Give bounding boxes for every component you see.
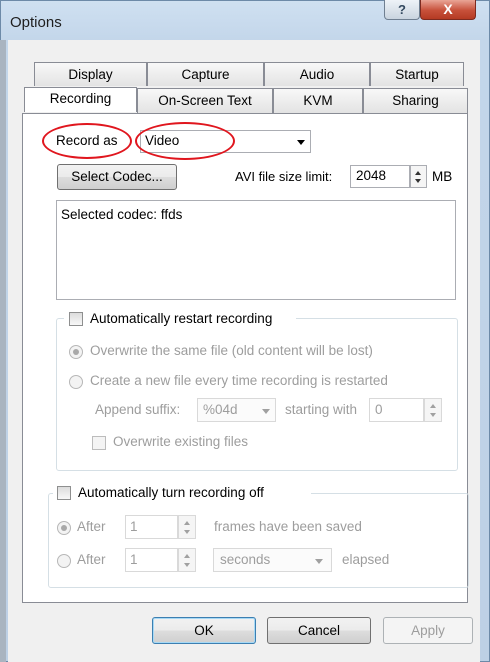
tab-audio[interactable]: Audio [264,62,370,86]
spin-down-icon [184,530,190,534]
codec-info-box[interactable]: Selected codec: ffds [56,200,456,300]
auto-restart-checkbox[interactable] [69,312,83,326]
ok-button[interactable]: OK [152,617,256,644]
tab-capture[interactable]: Capture [147,62,264,86]
after-frames-label: After [77,519,106,534]
overwrite-same-file-radio[interactable] [69,345,83,359]
avi-file-size-limit-value: 2048 [356,168,387,183]
annotation-circle-record-as [42,123,132,159]
after-time-radio[interactable] [57,554,71,568]
frames-count-value: 1 [130,519,138,534]
close-icon: X [443,1,453,17]
tab-startup[interactable]: Startup [370,62,464,86]
create-new-file-radio[interactable] [69,375,83,389]
auto-turnoff-checkbox[interactable] [57,486,71,500]
avi-limit-unit: MB [432,169,453,184]
overwrite-same-file-label: Overwrite the same file (old content wil… [90,343,373,358]
spin-up-icon [184,554,190,558]
radio-selected-dot [61,525,67,531]
overwrite-existing-checkbox[interactable] [92,436,106,450]
chevron-down-icon [262,409,270,414]
annotation-circle-video [135,122,235,160]
tab-recording[interactable]: Recording [24,87,137,112]
frames-count-spinner[interactable] [178,515,196,539]
window-left-edge [0,40,6,662]
starting-with-label: starting with [285,402,358,417]
apply-button[interactable]: Apply [383,617,473,644]
spin-down-icon [415,179,421,183]
auto-restart-label[interactable]: Automatically restart recording [90,311,272,326]
suffix-value: %04d [203,402,238,417]
auto-turnoff-label[interactable]: Automatically turn recording off [78,485,264,500]
select-codec-button[interactable]: Select Codec... [57,164,177,190]
after-time-label: After [77,552,106,567]
time-count-input[interactable]: 1 [125,548,178,572]
avi-file-size-limit-input[interactable]: 2048 [350,165,410,188]
cancel-button[interactable]: Cancel [267,617,371,644]
frames-saved-label: frames have been saved [214,519,362,534]
time-count-spinner[interactable] [178,548,196,572]
spin-down-icon [430,413,436,417]
help-icon: ? [398,2,406,17]
tab-sharing[interactable]: Sharing [363,88,468,113]
spin-up-icon [415,171,421,175]
time-unit-value: seconds [220,552,271,567]
time-count-value: 1 [130,552,138,567]
starting-with-spinner[interactable] [424,398,442,422]
overwrite-existing-label: Overwrite existing files [113,434,249,449]
tab-kvm[interactable]: KVM [273,88,363,113]
suffix-dropdown[interactable]: %04d [197,398,276,422]
spin-down-icon [184,563,190,567]
tab-on-screen-text[interactable]: On-Screen Text [137,88,273,113]
window-title: Options [10,14,62,31]
chevron-down-icon [297,140,305,145]
radio-selected-dot [73,349,79,355]
append-suffix-label: Append suffix: [95,402,181,417]
starting-with-input[interactable]: 0 [369,398,424,422]
chevron-down-icon [315,559,323,564]
close-button[interactable]: X [420,0,476,20]
selected-codec-text: Selected codec: ffds [61,207,183,222]
create-new-file-label: Create a new file every time recording i… [90,373,388,388]
avi-file-size-limit-label: AVI file size limit: [235,169,333,184]
avi-limit-spinner[interactable] [410,165,427,188]
help-button[interactable]: ? [384,0,420,20]
frames-count-input[interactable]: 1 [125,515,178,539]
time-unit-dropdown[interactable]: seconds [213,548,332,572]
after-frames-radio[interactable] [57,521,71,535]
spin-up-icon [184,521,190,525]
tab-display[interactable]: Display [34,62,147,86]
elapsed-label: elapsed [342,552,390,567]
auto-turnoff-group [48,493,469,588]
spin-up-icon [430,404,436,408]
starting-with-value: 0 [375,402,383,417]
